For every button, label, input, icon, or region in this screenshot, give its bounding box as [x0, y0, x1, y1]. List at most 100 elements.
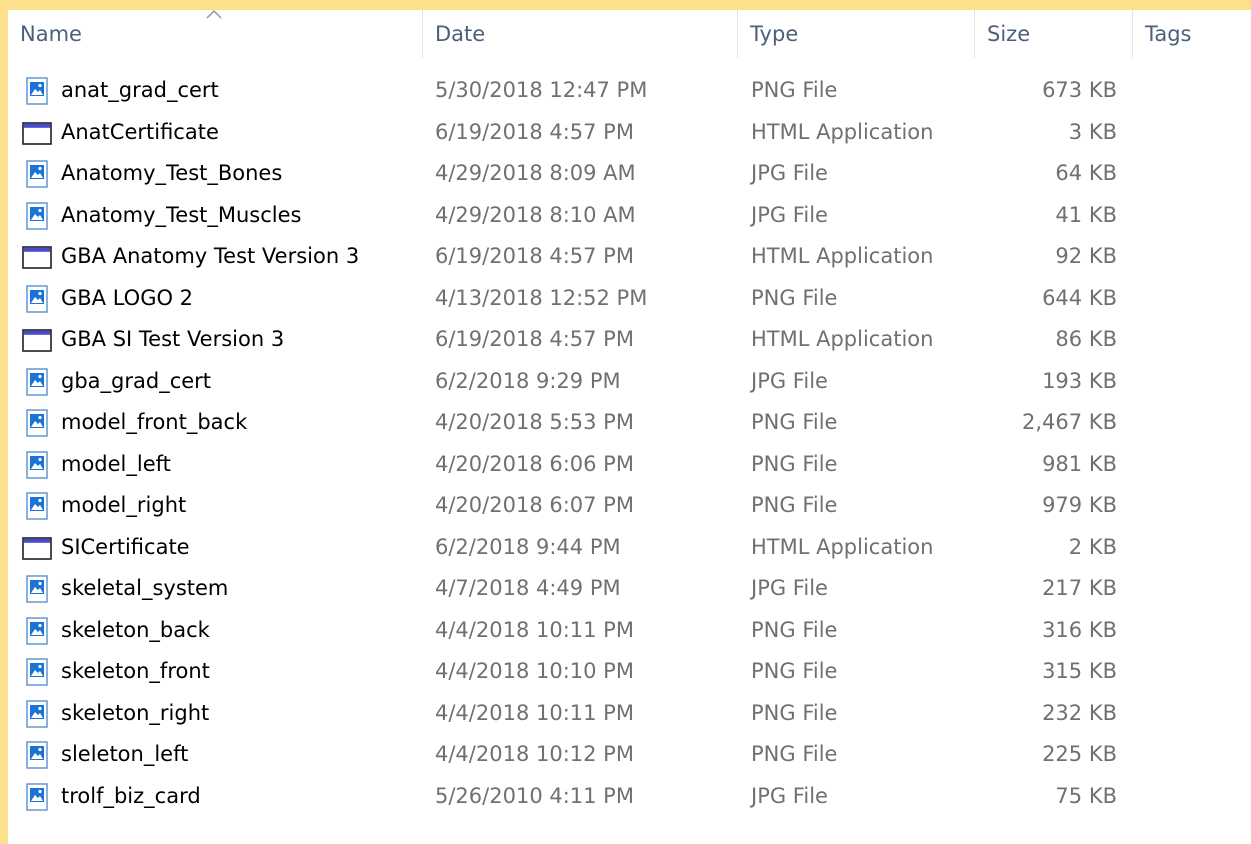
file-row[interactable]: Anatomy_Test_Muscles 4/29/2018 8:10 AM J…	[8, 195, 1251, 236]
file-type: PNG File	[751, 410, 838, 434]
image-file-icon	[22, 783, 52, 811]
column-header-date[interactable]: Date	[423, 10, 737, 58]
column-header-size[interactable]: Size	[975, 10, 1132, 58]
file-type: JPG File	[751, 203, 828, 227]
file-size: 232 KB	[1042, 701, 1117, 725]
file-size: 316 KB	[1042, 618, 1117, 642]
file-type: PNG File	[751, 618, 838, 642]
file-name: skeleton_front	[61, 659, 210, 683]
file-name: AnatCertificate	[61, 120, 219, 144]
file-row[interactable]: skeleton_front 4/4/2018 10:10 PM PNG Fil…	[8, 651, 1251, 692]
file-type: PNG File	[751, 493, 838, 517]
file-row[interactable]: trolf_biz_card 5/26/2010 4:11 PM JPG Fil…	[8, 776, 1251, 817]
image-file-icon	[22, 617, 52, 645]
file-date-modified: 6/19/2018 4:57 PM	[435, 244, 634, 268]
image-file-icon	[22, 285, 52, 313]
file-type: HTML Application	[751, 120, 934, 144]
file-row[interactable]: gba_grad_cert 6/2/2018 9:29 PM JPG File …	[8, 361, 1251, 402]
file-size: 979 KB	[1042, 493, 1117, 517]
file-date-modified: 6/19/2018 4:57 PM	[435, 120, 634, 144]
file-date-modified: 6/2/2018 9:44 PM	[435, 535, 621, 559]
image-file-icon	[22, 492, 52, 520]
file-date-modified: 5/30/2018 12:47 PM	[435, 78, 648, 102]
file-row[interactable]: model_front_back 4/20/2018 5:53 PM PNG F…	[8, 402, 1251, 443]
file-size: 673 KB	[1042, 78, 1117, 102]
file-date-modified: 6/19/2018 4:57 PM	[435, 327, 634, 351]
application-window-icon	[22, 119, 52, 147]
file-size: 64 KB	[1055, 161, 1117, 185]
file-row[interactable]: anat_grad_cert 5/30/2018 12:47 PM PNG Fi…	[8, 70, 1251, 111]
file-date-modified: 4/29/2018 8:09 AM	[435, 161, 636, 185]
file-name: skeleton_right	[61, 701, 210, 725]
column-header-type[interactable]: Type	[738, 10, 974, 58]
file-type: PNG File	[751, 701, 838, 725]
column-header-bar: Name Date Type Size Tags	[8, 10, 1251, 58]
application-window-icon	[22, 534, 52, 562]
file-date-modified: 4/20/2018 5:53 PM	[435, 410, 634, 434]
file-name: Anatomy_Test_Muscles	[61, 203, 302, 227]
file-size: 41 KB	[1055, 203, 1117, 227]
image-file-icon	[22, 202, 52, 230]
file-size: 86 KB	[1055, 327, 1117, 351]
column-header-tags[interactable]: Tags	[1133, 10, 1251, 58]
file-date-modified: 4/4/2018 10:12 PM	[435, 742, 634, 766]
file-row[interactable]: GBA SI Test Version 3 6/19/2018 4:57 PM …	[8, 319, 1251, 360]
file-name: sleleton_left	[61, 742, 189, 766]
file-name: GBA Anatomy Test Version 3	[61, 244, 360, 268]
file-size: 2,467 KB	[1022, 410, 1117, 434]
file-row[interactable]: sleleton_left 4/4/2018 10:12 PM PNG File…	[8, 734, 1251, 775]
image-file-icon	[22, 575, 52, 603]
file-name: GBA LOGO 2	[61, 286, 194, 310]
file-name: trolf_biz_card	[61, 784, 201, 808]
image-file-icon	[22, 700, 52, 728]
file-name: SICertificate	[61, 535, 190, 559]
file-date-modified: 4/4/2018 10:10 PM	[435, 659, 634, 683]
image-file-icon	[22, 741, 52, 769]
file-name: GBA SI Test Version 3	[61, 327, 285, 351]
file-type: PNG File	[751, 78, 838, 102]
file-date-modified: 6/2/2018 9:29 PM	[435, 369, 621, 393]
image-file-icon	[22, 658, 52, 686]
file-type: HTML Application	[751, 535, 934, 559]
file-size: 193 KB	[1042, 369, 1117, 393]
file-type: JPG File	[751, 369, 828, 393]
file-size: 981 KB	[1042, 452, 1117, 476]
file-type: JPG File	[751, 784, 828, 808]
file-type: HTML Application	[751, 327, 934, 351]
file-name: anat_grad_cert	[61, 78, 219, 102]
file-type: JPG File	[751, 161, 828, 185]
file-row[interactable]: model_right 4/20/2018 6:07 PM PNG File 9…	[8, 485, 1251, 526]
file-type: PNG File	[751, 659, 838, 683]
file-date-modified: 5/26/2010 4:11 PM	[435, 784, 634, 808]
application-window-icon	[22, 243, 52, 271]
image-file-icon	[22, 409, 52, 437]
file-row[interactable]: Anatomy_Test_Bones 4/29/2018 8:09 AM JPG…	[8, 153, 1251, 194]
file-row[interactable]: GBA LOGO 2 4/13/2018 12:52 PM PNG File 6…	[8, 278, 1251, 319]
file-row[interactable]: skeleton_back 4/4/2018 10:11 PM PNG File…	[8, 610, 1251, 651]
file-row[interactable]: model_left 4/20/2018 6:06 PM PNG File 98…	[8, 444, 1251, 485]
file-size: 315 KB	[1042, 659, 1117, 683]
file-name: skeletal_system	[61, 576, 229, 600]
file-name: gba_grad_cert	[61, 369, 212, 393]
file-row[interactable]: AnatCertificate 6/19/2018 4:57 PM HTML A…	[8, 112, 1251, 153]
file-size: 92 KB	[1055, 244, 1117, 268]
file-name: skeleton_back	[61, 618, 210, 642]
file-size: 217 KB	[1042, 576, 1117, 600]
file-type: PNG File	[751, 452, 838, 476]
file-row[interactable]: SICertificate 6/2/2018 9:44 PM HTML Appl…	[8, 527, 1251, 568]
image-file-icon	[22, 77, 52, 105]
image-file-icon	[22, 368, 52, 396]
file-list-panel: Name Date Type Size Tags anat_grad_cert …	[8, 10, 1251, 844]
file-size: 2 KB	[1068, 535, 1117, 559]
file-date-modified: 4/13/2018 12:52 PM	[435, 286, 648, 310]
file-name: model_left	[61, 452, 171, 476]
file-size: 3 KB	[1068, 120, 1117, 144]
file-row[interactable]: skeleton_right 4/4/2018 10:11 PM PNG Fil…	[8, 693, 1251, 734]
file-type: PNG File	[751, 286, 838, 310]
column-header-name[interactable]: Name	[8, 10, 422, 58]
file-size: 644 KB	[1042, 286, 1117, 310]
file-row[interactable]: GBA Anatomy Test Version 3 6/19/2018 4:5…	[8, 236, 1251, 277]
file-date-modified: 4/7/2018 4:49 PM	[435, 576, 621, 600]
file-row[interactable]: skeletal_system 4/7/2018 4:49 PM JPG Fil…	[8, 568, 1251, 609]
file-type: HTML Application	[751, 244, 934, 268]
